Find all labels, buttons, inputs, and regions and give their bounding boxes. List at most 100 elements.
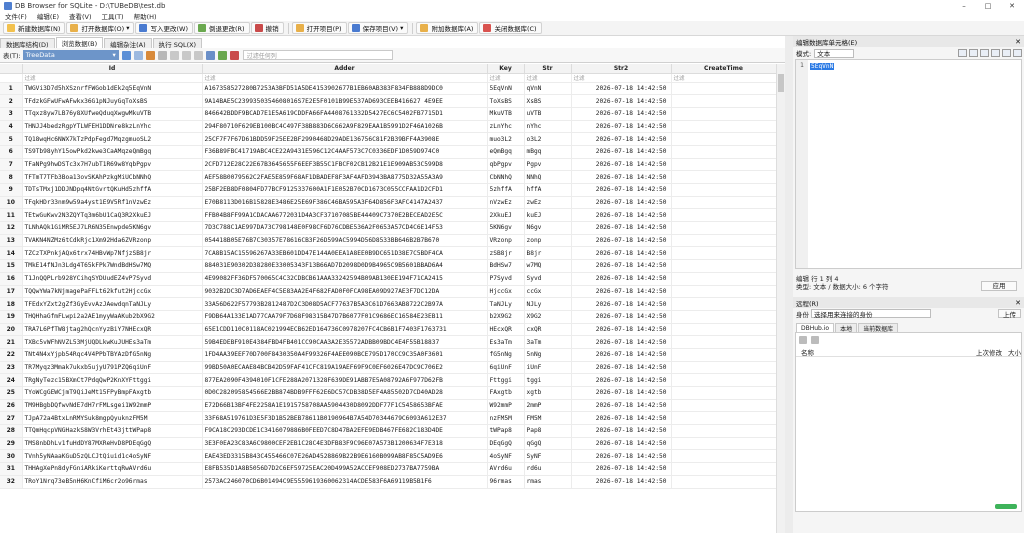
filter-cell[interactable]: 过滤 (202, 73, 488, 83)
table-row[interactable]: 7 TFaNPg9hwDSTc3x7H7ubT1R69w8YqbPgpv 2CFD7… (0, 158, 779, 172)
paste-icon[interactable] (181, 50, 191, 60)
table-row[interactable]: 29 TMS8nbDhLv1fuHdDY87MXReHvD8PDEqGgQ 3E3F… (0, 437, 779, 451)
cell-adder[interactable]: TFqkHDr33nm9w59a4yst1E9V5Rf1nVzwEz (22, 196, 203, 210)
cell-str[interactable]: eQmBgq (487, 145, 525, 159)
table-row[interactable]: 11 TEtwGuKwv2N3ZQYTq3m6bU1CaQ3R2XkuEJ FFB0… (0, 208, 779, 223)
cell-createtime[interactable]: 2026-07-18 14:42:50 (571, 424, 672, 438)
row-number[interactable]: 15 (0, 259, 23, 273)
mode-select[interactable]: 文本 (814, 48, 855, 58)
open-database-button[interactable]: 打开数据库(O) ▾ (66, 22, 135, 34)
cell-str[interactable]: Fttggi (487, 373, 525, 387)
cell-adder[interactable]: TYoWCgGEWCjmT9QiJeMt15FPyBmpFAxgtb (22, 386, 203, 400)
cell-createtime[interactable]: 2026-07-18 14:42:50 (571, 285, 672, 299)
table-row[interactable]: 21 TXBc5vWFhNVZL53MjUQDLkwKuJUHEs3aTm 59B4… (0, 335, 779, 349)
row-number[interactable]: 18 (0, 297, 23, 311)
row-number[interactable]: 27 (0, 411, 23, 426)
cell-adder[interactable]: TFaNPg9hwDSTc3x7H7ubT1R69w8YqbPgpv (22, 158, 203, 172)
menu-file[interactable]: 文件(F) (0, 11, 32, 21)
cell-createtime[interactable]: 2026-07-18 14:42:50 (571, 94, 672, 108)
cell-createtime[interactable]: 2026-07-18 14:42:50 (571, 170, 672, 184)
cell-str[interactable]: zLnYhc (487, 120, 525, 134)
cell-key[interactable]: 65E1CDD110C0118AC021994ECB62ED164736C097… (202, 323, 488, 337)
maximize-icon[interactable]: □ (976, 0, 1000, 11)
cell-str2[interactable]: rmas (524, 475, 572, 489)
identity-select[interactable]: 选择用来连接的身份 (811, 309, 931, 319)
cell-str2[interactable]: NNhQ (524, 170, 572, 184)
cell-str2[interactable]: Pgpv (524, 158, 572, 172)
row-number[interactable]: 16 (0, 272, 23, 286)
cell-key[interactable]: 294F80710F629EB100BC4C497F38B883D6C662A9… (202, 120, 488, 134)
row-number[interactable]: 10 (0, 196, 23, 210)
table-row[interactable]: 26 TM9HBgbDQfwvNdE7dH7rFMLsgei1W92mmP E72D… (0, 399, 779, 413)
cell-str2[interactable]: 2mmP (524, 399, 572, 413)
row-number[interactable]: 3 (0, 107, 23, 121)
cell-key[interactable]: 1FD4AA39EEF70D700F8430350A4F99326F4AEE09… (202, 348, 488, 362)
cell-str2[interactable]: iUnF (524, 361, 572, 375)
row-number[interactable]: 11 (0, 208, 23, 223)
cell-createtime[interactable]: 2026-07-18 14:42:50 (571, 183, 672, 197)
cell-key[interactable]: 4E99082FF36DF570065C4C32CDBCB61AAA332425… (202, 272, 488, 286)
insert-record-icon[interactable] (217, 50, 227, 60)
save-project-button[interactable]: 保存项目(V) ▾ (347, 22, 409, 34)
tab-database-structure[interactable]: 数据库结构(D) (0, 38, 55, 49)
filter-cell[interactable]: 过滤 (524, 73, 572, 83)
table-row[interactable]: 4 THNJJ4bedzRgpYTLWFEH1DDNre8kzLnYhc 294F8… (0, 120, 779, 134)
cell-str[interactable]: 2XkuEJ (487, 208, 525, 223)
cell-str[interactable]: nzFM5M (487, 411, 525, 426)
cell-adder[interactable]: TTQmHqcpVNGHazkS8W3VrhEt43jttWPap8 (22, 424, 203, 438)
filter-cell[interactable]: 过滤 (571, 73, 672, 83)
cell-str[interactable]: BdHSw7 (487, 259, 525, 273)
table-row[interactable]: 13 TVAKN4NZMz6tCdkRjc1Xm92Hda6ZVRzonp 0544… (0, 234, 779, 248)
revert-changes-button[interactable]: 倒退更改(R) (193, 22, 250, 34)
cell-str[interactable]: ToXsBS (487, 94, 525, 108)
column-header-str[interactable]: Str (524, 64, 572, 74)
cell-createtime[interactable]: 2026-07-18 14:42:50 (571, 221, 672, 235)
cell-adder[interactable]: TQQwYWa7kNjmagePaFFLt62kfut2HjccGx (22, 285, 203, 299)
cell-createtime[interactable]: 2026-07-18 14:42:50 (571, 475, 672, 489)
scrollbar-thumb[interactable] (778, 74, 784, 92)
cell-key[interactable]: E72D66B13BF4FE2258A1E1915758708AA5904430… (202, 399, 488, 413)
cell-key[interactable]: 054418B05E76B7C30357E78616CB3F26D599AC59… (202, 234, 488, 248)
undo-button[interactable]: 撤销 (250, 22, 284, 34)
row-number[interactable]: 5 (0, 132, 23, 146)
column-header-str2[interactable]: Str2 (571, 64, 672, 74)
table-row[interactable]: 5 TQ18wqHc6NWX7kTzPdpFegd7MqzgmuoSL2 25CF7… (0, 132, 779, 146)
cell-str2[interactable]: mBgq (524, 145, 572, 159)
cell-adder[interactable]: T1JnQQPLrb928YCihqSYDUudEZ4vP7Syvd (22, 272, 203, 286)
column-header-id[interactable]: Id (22, 64, 203, 74)
cell-editor-text[interactable]: 5EqVnN (810, 63, 835, 70)
clear-filters-icon[interactable] (133, 50, 143, 60)
cell-createtime[interactable]: 2026-07-18 14:42:50 (571, 132, 672, 146)
cell-createtime[interactable]: 2026-07-18 14:42:50 (571, 107, 672, 121)
apply-button[interactable]: 应用 (981, 281, 1017, 291)
cell-str2[interactable]: FM5M (524, 411, 572, 426)
cell-key[interactable]: 877EA2090F4394010F1CFE288A2071328F639DE9… (202, 373, 488, 387)
row-number[interactable]: 20 (0, 323, 23, 337)
cell-key[interactable]: F9DB64A133E1AD77CAA79F7D68F98315B47D7B60… (202, 310, 488, 324)
cell-adder[interactable]: THNJJ4bedzRgpYTLWFEH1DDNre8kzLnYhc (22, 120, 203, 134)
cell-str[interactable]: 5EqVnN (487, 82, 525, 96)
cell-key[interactable]: E8FB535D1A8B5056D7D2C6EF59725EAC20D499A5… (202, 462, 488, 476)
menu-view[interactable]: 查看(V) (64, 11, 97, 21)
cell-str[interactable]: Es3aTm (487, 335, 525, 349)
row-number[interactable]: 31 (0, 462, 23, 476)
cell-createtime[interactable]: 2026-07-18 14:42:50 (571, 386, 672, 400)
cell-str[interactable]: P7Syvd (487, 272, 525, 286)
cell-adder[interactable]: TFTmT7TFb3Boa13ovSKAhPzkgMiUCbNNhQ (22, 170, 203, 184)
table-row[interactable]: 30 TVnh5yNAaaKGuD5zQLCJtQiuid1c4oSyNF EAE4… (0, 449, 779, 464)
cell-adder[interactable]: TVAKN4NZMz6tCdkRjc1Xm92Hda6ZVRzonp (22, 234, 203, 248)
table-row[interactable]: 32 TRoY1Nrq73eB5nH6KnCfiM6cr2o96rmas 2573A… (0, 475, 779, 489)
cell-key[interactable]: 2573AC246070CD6B01494C9E5559619360062314… (202, 475, 488, 489)
table-row[interactable]: 2 TFdzkGFwUFwAFwkx36G1pNJuyGqToXsBS 9A14BA… (0, 94, 779, 108)
cell-createtime[interactable]: 2026-07-18 14:42:50 (571, 208, 672, 223)
copy-icon[interactable] (169, 50, 179, 60)
minimize-icon[interactable]: – (952, 0, 976, 11)
cell-str2[interactable]: zwEz (524, 196, 572, 210)
cell-adder[interactable]: TDTsTMxj1DDJNDpq4NtGvrtQKuHd5zhffA (22, 183, 203, 197)
tab-dbhub[interactable]: DBHub.io (796, 323, 835, 332)
sort-icon[interactable] (145, 50, 155, 60)
row-number[interactable]: 14 (0, 246, 23, 261)
row-number[interactable]: 21 (0, 335, 23, 349)
cell-createtime[interactable]: 2026-07-18 14:42:50 (571, 145, 672, 159)
table-row[interactable]: 8 TFTmT7TFb3Boa13ovSKAhPzkgMiUCbNNhQ AEF58… (0, 170, 779, 184)
